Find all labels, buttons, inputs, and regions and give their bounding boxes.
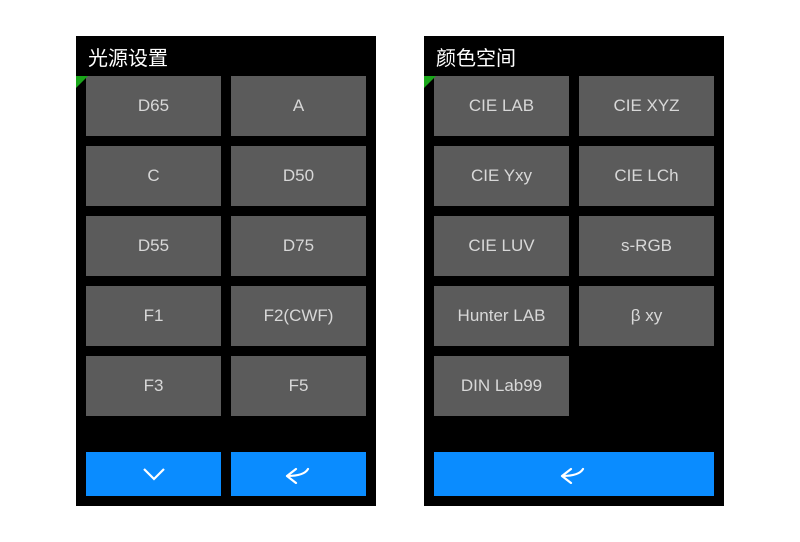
light-option[interactable]: D50 <box>231 146 366 206</box>
light-option[interactable]: F3 <box>86 356 221 416</box>
active-indicator-icon <box>424 76 436 88</box>
colorspace-option[interactable]: CIE Yxy <box>434 146 569 206</box>
option-grid: CIE LAB CIE XYZ CIE Yxy CIE LCh CIE LUV … <box>424 76 724 442</box>
light-option[interactable]: F1 <box>86 286 221 346</box>
option-grid: D65 A C D50 D55 D75 F1 F2(CWF) F3 F5 <box>76 76 376 442</box>
light-source-panel: 光源设置 D65 A C D50 D55 D75 F1 F2(CWF) F3 F… <box>76 36 376 506</box>
colorspace-option[interactable]: Hunter LAB <box>434 286 569 346</box>
panel-title: 颜色空间 <box>424 36 724 76</box>
more-button[interactable] <box>86 452 221 496</box>
colorspace-option[interactable]: CIE LUV <box>434 216 569 276</box>
color-space-panel: 颜色空间 CIE LAB CIE XYZ CIE Yxy CIE LCh CIE… <box>424 36 724 506</box>
back-arrow-icon <box>284 464 314 484</box>
chevron-down-icon <box>140 464 168 484</box>
light-option[interactable]: F2(CWF) <box>231 286 366 346</box>
light-option[interactable]: D75 <box>231 216 366 276</box>
colorspace-option[interactable]: DIN Lab99 <box>434 356 569 416</box>
back-button[interactable] <box>231 452 366 496</box>
colorspace-option[interactable]: s-RGB <box>579 216 714 276</box>
colorspace-option[interactable]: CIE XYZ <box>579 76 714 136</box>
back-button[interactable] <box>434 452 714 496</box>
colorspace-option[interactable]: β xy <box>579 286 714 346</box>
light-option[interactable]: C <box>86 146 221 206</box>
light-option[interactable]: D65 <box>86 76 221 136</box>
light-option[interactable]: D55 <box>86 216 221 276</box>
light-option[interactable]: A <box>231 76 366 136</box>
light-option[interactable]: F5 <box>231 356 366 416</box>
back-arrow-icon <box>559 464 589 484</box>
colorspace-option[interactable]: CIE LCh <box>579 146 714 206</box>
active-indicator-icon <box>76 76 88 88</box>
panel-title: 光源设置 <box>76 36 376 76</box>
colorspace-option[interactable]: CIE LAB <box>434 76 569 136</box>
footer-bar <box>76 442 376 506</box>
footer-bar <box>424 442 724 506</box>
